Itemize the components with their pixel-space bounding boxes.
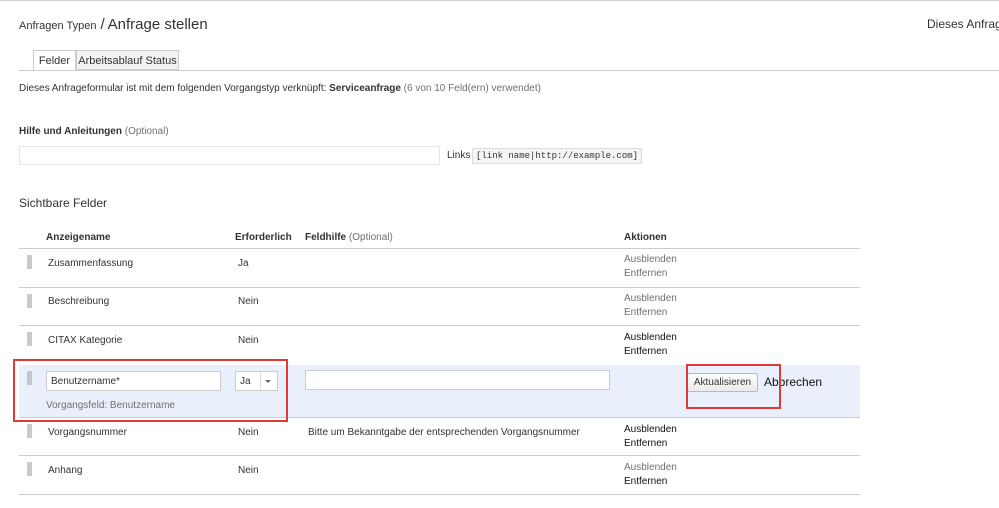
col-header-required: Erforderlich <box>235 232 292 243</box>
field-help-input[interactable] <box>305 370 610 390</box>
issue-field-label: Vorgangsfeld: Benutzername <box>46 400 175 411</box>
table-row: Zusammenfassung Ja Ausblenden Entfernen <box>19 249 860 287</box>
cancel-link[interactable]: Abbrechen <box>764 375 822 389</box>
links-example: [link name|http://example.com] <box>472 148 643 164</box>
issue-type: Serviceanfrage <box>329 83 401 94</box>
drag-handle-icon[interactable] <box>27 255 32 269</box>
required-select[interactable]: Ja <box>235 371 278 391</box>
required-select-value: Ja <box>240 376 251 387</box>
breadcrumb-link[interactable]: Anfragen Typen <box>19 20 96 32</box>
breadcrumb-separator: / <box>100 16 105 33</box>
form-description: Dieses Anfrageformular ist mit dem folge… <box>19 83 541 94</box>
field-name: Vorgangsnummer <box>48 427 127 438</box>
page-header: Anfragen Typen / Anfrage stellen <box>19 16 208 33</box>
description-text: Dieses Anfrageformular ist mit dem folge… <box>19 83 327 94</box>
field-name: Zusammenfassung <box>48 258 134 269</box>
drag-handle-icon[interactable] <box>27 462 32 476</box>
row-divider <box>19 494 860 495</box>
field-name: Anhang <box>48 465 83 476</box>
field-required: Nein <box>238 465 259 476</box>
page-title: Anfrage stellen <box>107 16 208 33</box>
col-header-actions: Aktionen <box>624 232 667 243</box>
drag-handle-icon[interactable] <box>27 332 32 346</box>
top-border <box>0 0 999 1</box>
field-required: Nein <box>238 427 259 438</box>
field-help-header-text: Feldhilfe <box>305 232 347 243</box>
help-label: Hilfe und Anleitungen (Optional) <box>19 126 169 137</box>
table-row: CITAX Kategorie Nein Ausblenden Entferne… <box>19 326 860 364</box>
links-label: Links <box>447 150 471 161</box>
header-right-text: Dieses Anfrage <box>927 17 999 31</box>
chevron-down-icon <box>265 380 271 383</box>
col-header-field-help: Feldhilfe (Optional) <box>305 232 393 243</box>
hide-link[interactable]: Ausblenden <box>624 331 677 345</box>
table-row: Anhang Nein Ausblenden Entfernen <box>19 456 860 494</box>
remove-link[interactable]: Entfernen <box>624 267 667 281</box>
field-name-input[interactable] <box>46 371 221 391</box>
field-name: CITAX Kategorie <box>48 335 123 346</box>
remove-link[interactable]: Entfernen <box>624 437 667 451</box>
tab-felder[interactable]: Felder <box>33 50 76 71</box>
drag-handle-icon[interactable] <box>27 371 32 385</box>
help-optional: (Optional) <box>124 126 169 137</box>
help-label-text: Hilfe und Anleitungen <box>19 126 122 137</box>
table-row: Beschreibung Nein Ausblenden Entfernen <box>19 288 860 326</box>
hide-link[interactable]: Ausblenden <box>624 423 677 437</box>
update-button[interactable]: Aktualisieren <box>687 373 758 392</box>
field-required: Nein <box>238 335 259 346</box>
field-name: Beschreibung <box>48 296 110 307</box>
tab-divider <box>19 70 999 71</box>
hide-link[interactable]: Ausblenden <box>624 253 677 267</box>
visible-fields-title: Sichtbare Felder <box>19 196 108 210</box>
remove-link[interactable]: Entfernen <box>624 345 667 359</box>
field-help-text: Bitte um Bekanntgabe der entsprechenden … <box>308 427 580 438</box>
drag-handle-icon[interactable] <box>27 424 32 438</box>
hide-link[interactable]: Ausblenden <box>624 461 677 475</box>
hide-link[interactable]: Ausblenden <box>624 292 677 306</box>
field-usage: (6 von 10 Feld(ern) verwendet) <box>403 83 541 94</box>
table-row: Vorgangsnummer Nein Bitte um Bekanntgabe… <box>19 418 860 456</box>
field-required: Ja <box>238 258 249 269</box>
remove-link[interactable]: Entfernen <box>624 475 667 489</box>
field-required: Nein <box>238 296 259 307</box>
field-help-optional: (Optional) <box>348 232 393 243</box>
help-input[interactable] <box>19 146 440 165</box>
select-divider <box>260 372 261 390</box>
drag-handle-icon[interactable] <box>27 294 32 308</box>
col-header-display-name: Anzeigename <box>46 232 111 243</box>
tab-workflow-status[interactable]: Arbeitsablauf Status <box>76 50 179 70</box>
remove-link[interactable]: Entfernen <box>624 306 667 320</box>
